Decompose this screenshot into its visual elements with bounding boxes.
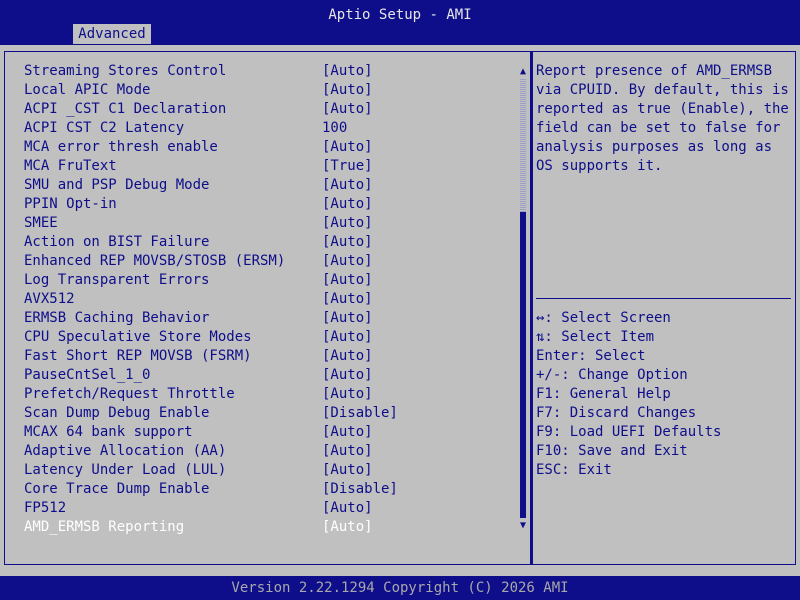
setting-value[interactable]: [Auto] xyxy=(322,385,373,404)
scrollbar-thumb[interactable] xyxy=(520,212,526,518)
setting-label[interactable]: Log Transparent Errors xyxy=(24,271,209,290)
setting-value[interactable]: [Disable] xyxy=(322,480,398,499)
setting-label[interactable]: Scan Dump Debug Enable xyxy=(24,404,209,423)
key-hint: Enter: Select xyxy=(536,348,646,364)
setting-label[interactable]: Local APIC Mode xyxy=(24,81,150,100)
scroll-down-icon[interactable]: ▼ xyxy=(517,520,529,532)
setting-value[interactable]: [Auto] xyxy=(322,100,373,119)
help-divider xyxy=(536,298,791,299)
setting-label[interactable]: FP512 xyxy=(24,499,66,518)
setting-value[interactable]: [Disable] xyxy=(322,404,398,423)
setting-value[interactable]: [Auto] xyxy=(322,309,373,328)
setting-value[interactable]: [Auto] xyxy=(322,442,373,461)
setting-value[interactable]: [Auto] xyxy=(322,347,373,366)
app-title: Aptio Setup - AMI xyxy=(328,7,472,23)
setting-value[interactable]: [Auto] xyxy=(322,252,373,271)
setting-label[interactable]: AVX512 xyxy=(24,290,75,309)
setting-value[interactable]: [Auto] xyxy=(322,461,373,480)
setting-label[interactable]: Latency Under Load (LUL) xyxy=(24,461,226,480)
setting-label[interactable]: Streaming Stores Control xyxy=(24,62,226,81)
setting-label[interactable]: Core Trace Dump Enable xyxy=(24,480,209,499)
setting-label[interactable]: ERMSB Caching Behavior xyxy=(24,309,209,328)
help-description: Report presence of AMD_ERMSB via CPUID. … xyxy=(536,63,789,174)
setting-label[interactable]: SMU and PSP Debug Mode xyxy=(24,176,209,195)
setting-value[interactable]: [True] xyxy=(322,157,373,176)
footer-version: Version 2.22.1294 Copyright (C) 2026 AMI xyxy=(231,580,569,596)
setting-value[interactable]: [Auto] xyxy=(322,214,373,233)
setting-value[interactable]: [Auto] xyxy=(322,81,373,100)
setting-value[interactable]: [Auto] xyxy=(322,518,373,537)
setting-value[interactable]: [Auto] xyxy=(322,195,373,214)
setting-label[interactable]: MCA FruText xyxy=(24,157,117,176)
setting-label[interactable]: Prefetch/Request Throttle xyxy=(24,385,235,404)
key-hint: ⇅: Select Item xyxy=(536,329,655,345)
tab-advanced[interactable]: Advanced xyxy=(73,24,151,44)
key-hint: F7: Discard Changes xyxy=(536,405,697,421)
setting-value[interactable]: [Auto] xyxy=(322,271,373,290)
footer-bar: Version 2.22.1294 Copyright (C) 2026 AMI xyxy=(0,576,800,600)
setting-label[interactable]: SMEE xyxy=(24,214,58,233)
setting-label[interactable]: PauseCntSel_1_0 xyxy=(24,366,150,385)
title-bar: Aptio Setup - AMI Advanced xyxy=(0,0,800,45)
setting-label[interactable]: MCAX 64 bank support xyxy=(24,423,193,442)
setting-label[interactable]: Fast Short REP MOVSB (FSRM) xyxy=(24,347,252,366)
setting-value[interactable]: [Auto] xyxy=(322,423,373,442)
setting-value[interactable]: [Auto] xyxy=(322,138,373,157)
setting-value[interactable]: 100 xyxy=(322,119,347,138)
setting-label[interactable]: Adaptive Allocation (AA) xyxy=(24,442,226,461)
setting-label[interactable]: Action on BIST Failure xyxy=(24,233,209,252)
setting-label[interactable]: CPU Speculative Store Modes xyxy=(24,328,252,347)
setting-label[interactable]: AMD_ERMSB Reporting xyxy=(24,518,184,537)
setting-value[interactable]: [Auto] xyxy=(322,290,373,309)
setting-label[interactable]: Enhanced REP MOVSB/STOSB (ERSM) xyxy=(24,252,285,271)
key-hint: F9: Load UEFI Defaults xyxy=(536,424,722,440)
key-hint: F10: Save and Exit xyxy=(536,443,688,459)
setting-value[interactable]: [Auto] xyxy=(322,328,373,347)
setting-value[interactable]: [Auto] xyxy=(322,233,373,252)
scroll-up-icon[interactable]: ▲ xyxy=(517,66,529,78)
setting-value[interactable]: [Auto] xyxy=(322,366,373,385)
setting-value[interactable]: [Auto] xyxy=(322,499,373,518)
setting-label[interactable]: ACPI _CST C1 Declaration xyxy=(24,100,226,119)
setting-label[interactable]: PPIN Opt-in xyxy=(24,195,117,214)
key-hint: ESC: Exit xyxy=(536,462,612,478)
setting-label[interactable]: ACPI CST C2 Latency xyxy=(24,119,184,138)
key-legend: ↔: Select Screen ⇅: Select Item Enter: Sel… xyxy=(536,309,721,480)
key-hint: ↔: Select Screen xyxy=(536,310,671,326)
key-hint: F1: General Help xyxy=(536,386,671,402)
setting-value[interactable]: [Auto] xyxy=(322,176,373,195)
setting-label[interactable]: MCA error thresh enable xyxy=(24,138,218,157)
setting-value[interactable]: [Auto] xyxy=(322,62,373,81)
key-hint: +/-: Change Option xyxy=(536,367,688,383)
